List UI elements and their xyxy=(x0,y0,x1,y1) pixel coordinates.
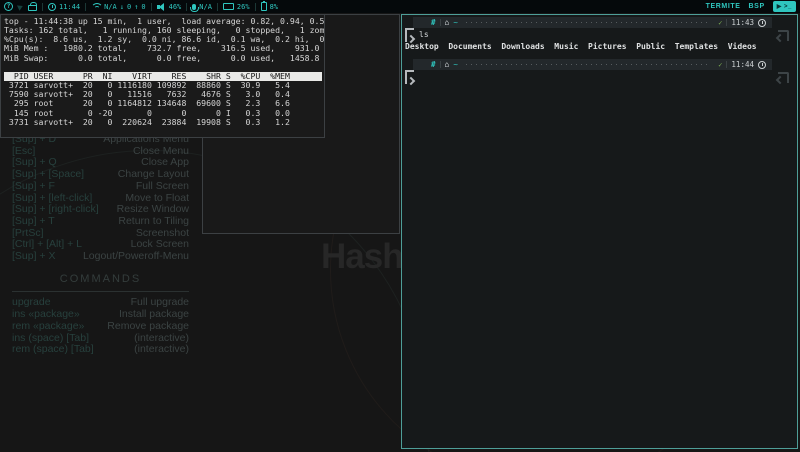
mic-status: N/A xyxy=(199,3,212,11)
prompt-time: 11:44 xyxy=(731,60,754,69)
layout-mode-label[interactable]: BSP xyxy=(749,3,765,10)
download-rate: 0 xyxy=(127,3,131,11)
prompt-time: 11:43 xyxy=(731,18,754,27)
cheatsheet-command-row: rem (space) [Tab](interactive) xyxy=(12,344,189,356)
brightness-level: 26% xyxy=(237,3,250,11)
cheatsheet-divider xyxy=(12,291,189,292)
desktop: Hash [Sup] + DApplications Menu [Esc]Clo… xyxy=(0,0,800,452)
statusbar-separator xyxy=(255,3,256,11)
prompt-bracket-icon xyxy=(405,70,414,84)
command-text: ls xyxy=(419,30,429,39)
keybinding-cheatsheet: [Sup] + DApplications Menu [Esc]Close Me… xyxy=(12,134,189,356)
terminal-content: # ⌂ ~ ✓ 11:43 ls Desktop Documents Downl… xyxy=(402,15,797,448)
prompt-user-symbol: # xyxy=(431,60,436,69)
home-icon: ⌂ xyxy=(445,19,450,27)
cheatsheet-row: [Sup] + XLogout/Poweroff-Menu xyxy=(12,251,189,263)
clock-icon xyxy=(48,3,56,11)
prompt-divider xyxy=(440,19,441,26)
play-icon: ▶ xyxy=(777,3,782,10)
terminal-launcher-button[interactable]: ▶ >_ xyxy=(773,1,796,12)
statusbar-separator xyxy=(42,3,43,11)
battery-icon xyxy=(261,2,267,11)
statusbar-separator xyxy=(151,3,152,11)
microphone-icon xyxy=(192,4,196,10)
prompt-bar: # ⌂ ~ ✓ 11:43 xyxy=(413,17,772,28)
volume-widget[interactable]: 46% xyxy=(157,3,182,11)
cheatsheet-row: [Sup] + TReturn to Tiling xyxy=(12,216,189,228)
prompt-divider xyxy=(726,19,727,26)
statusbar-separator xyxy=(217,3,218,11)
clock-widget[interactable]: 11:44 xyxy=(48,3,80,11)
prompt-bar: # ⌂ ~ ✓ 11:44 xyxy=(413,59,772,70)
prompt-user-symbol: # xyxy=(431,18,436,27)
status-bar: ? 11:44 N/A ↓ 0 ↑ 0 46% N/A 26% xyxy=(0,0,800,13)
help-icon[interactable]: ? xyxy=(4,2,13,11)
statusbar-time: 11:44 xyxy=(59,3,80,11)
clock-icon xyxy=(758,61,766,69)
prompt-divider xyxy=(726,61,727,68)
volume-level: 46% xyxy=(169,3,182,11)
statusbar-separator xyxy=(85,3,86,11)
statusbar-right: TERMITE BSP ▶ >_ xyxy=(706,1,796,12)
top-summary-line: MiB Swap: 0.0 total, 0.0 free, 0.0 used,… xyxy=(4,54,324,63)
terminal-prompt-icon: >_ xyxy=(784,4,792,10)
terminal-name-label[interactable]: TERMITE xyxy=(706,3,741,10)
wallpaper-watermark: Hash xyxy=(321,237,403,277)
prompt-path: ~ xyxy=(453,18,458,27)
prompt-path: ~ xyxy=(453,60,458,69)
clock-icon xyxy=(758,19,766,27)
wifi-icon xyxy=(91,3,101,10)
download-arrow-icon: ↓ xyxy=(120,3,124,11)
focused-terminal-window[interactable]: # ⌂ ~ ✓ 11:43 ls Desktop Documents Downl… xyxy=(401,14,798,449)
cheatsheet-commands-title: COMMANDS xyxy=(12,274,189,286)
return-arrow-icon xyxy=(777,72,789,85)
brightness-widget[interactable]: 26% xyxy=(223,3,250,11)
prompt-dotted-filler xyxy=(466,64,710,65)
top-terminal-window[interactable]: top - 11:44:38 up 15 min, 1 user, load a… xyxy=(0,14,325,138)
cheatsheet-row: [Sup] + FFull Screen xyxy=(12,181,189,193)
prompt-dotted-filler xyxy=(466,22,710,23)
speaker-icon xyxy=(157,3,166,11)
return-arrow-icon xyxy=(777,30,789,43)
pointer-icon[interactable] xyxy=(17,3,24,11)
status-check-icon: ✓ xyxy=(718,61,722,69)
ls-output: Desktop Documents Downloads Music Pictur… xyxy=(405,42,757,51)
status-check-icon: ✓ xyxy=(718,19,722,27)
home-icon: ⌂ xyxy=(445,61,450,69)
battery-widget[interactable]: 8% xyxy=(261,2,278,11)
package-icon[interactable] xyxy=(28,5,37,11)
network-status: N/A xyxy=(104,3,117,11)
network-widget[interactable]: N/A ↓ 0 ↑ 0 xyxy=(91,3,146,11)
mic-widget[interactable]: N/A xyxy=(192,3,212,11)
display-icon xyxy=(223,3,234,10)
upload-arrow-icon: ↑ xyxy=(134,3,138,11)
top-process-row: 3731 sarvott+ 20 0 220624 23884 19908 S … xyxy=(4,118,324,127)
prompt-bracket-icon xyxy=(405,28,414,42)
prompt-divider xyxy=(440,61,441,68)
statusbar-separator xyxy=(186,3,187,11)
battery-level: 8% xyxy=(270,3,278,11)
cheatsheet-command-row: rem «package»Remove package xyxy=(12,321,189,333)
upload-rate: 0 xyxy=(141,3,145,11)
